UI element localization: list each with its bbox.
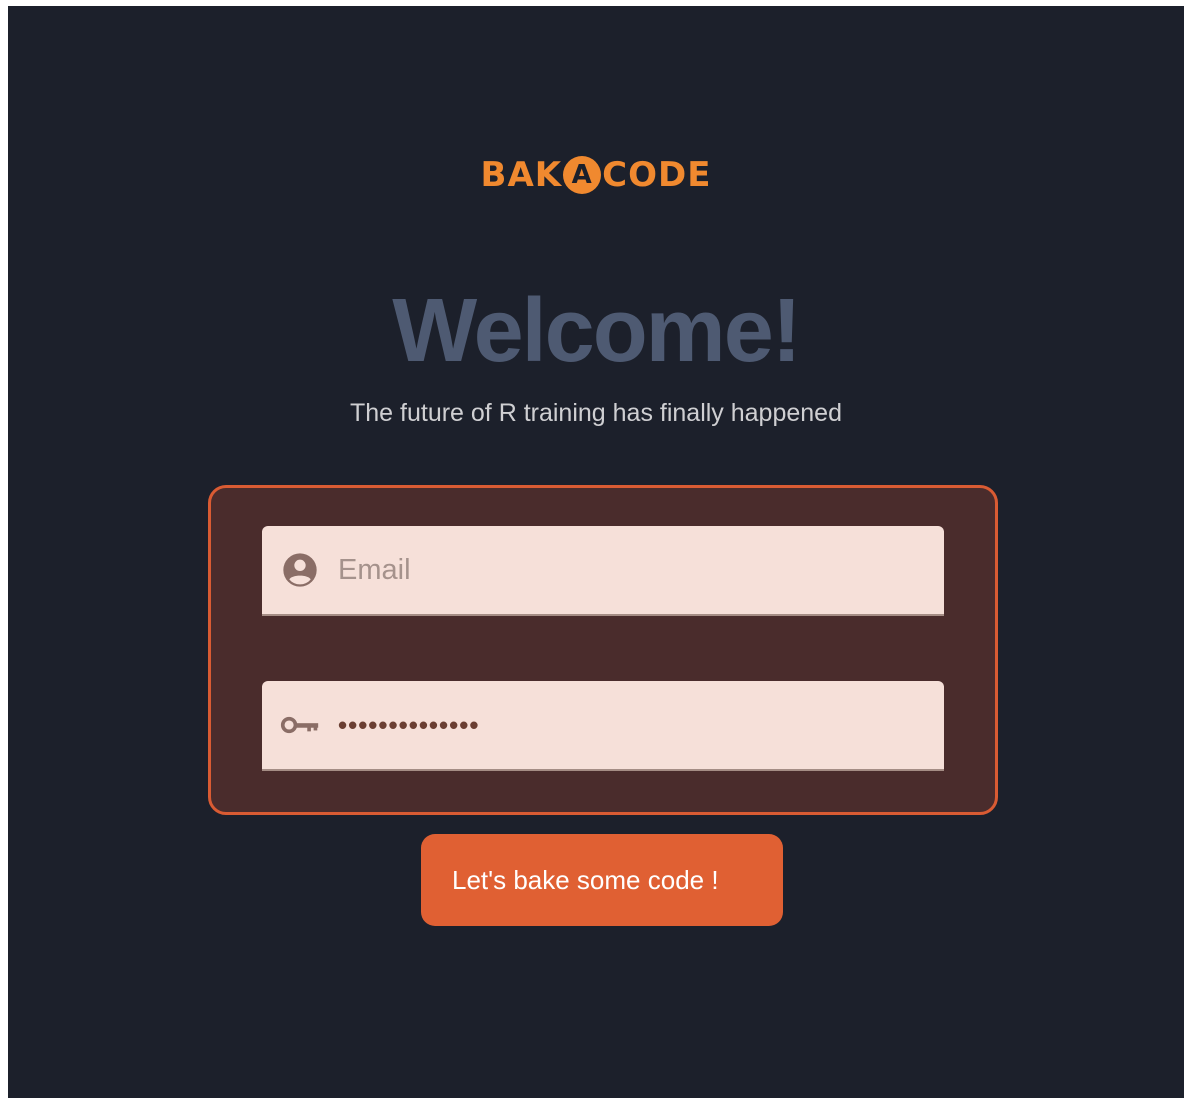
logo-circle: A — [563, 156, 602, 194]
logo-circle-letter: A — [571, 160, 593, 190]
password-input[interactable]: •••••••••••••• — [338, 710, 479, 741]
login-page: BAK A CODE Welcome! The future of R trai… — [8, 6, 1184, 1098]
logo-text-left: BAK — [480, 155, 563, 195]
brand-logo: BAK A CODE — [8, 156, 1184, 194]
password-field[interactable]: •••••••••••••• — [262, 681, 944, 771]
logo-text-right: CODE — [602, 155, 712, 195]
login-form-panel: •••••••••••••• — [208, 485, 998, 815]
key-icon — [280, 705, 320, 745]
page-subtitle: The future of R training has finally hap… — [350, 399, 842, 427]
account-circle-icon — [280, 550, 320, 590]
email-field[interactable] — [262, 526, 944, 616]
login-submit-button[interactable]: Let's bake some code ! — [421, 834, 783, 926]
email-input[interactable] — [338, 540, 898, 600]
page-title: Welcome! — [392, 281, 801, 381]
